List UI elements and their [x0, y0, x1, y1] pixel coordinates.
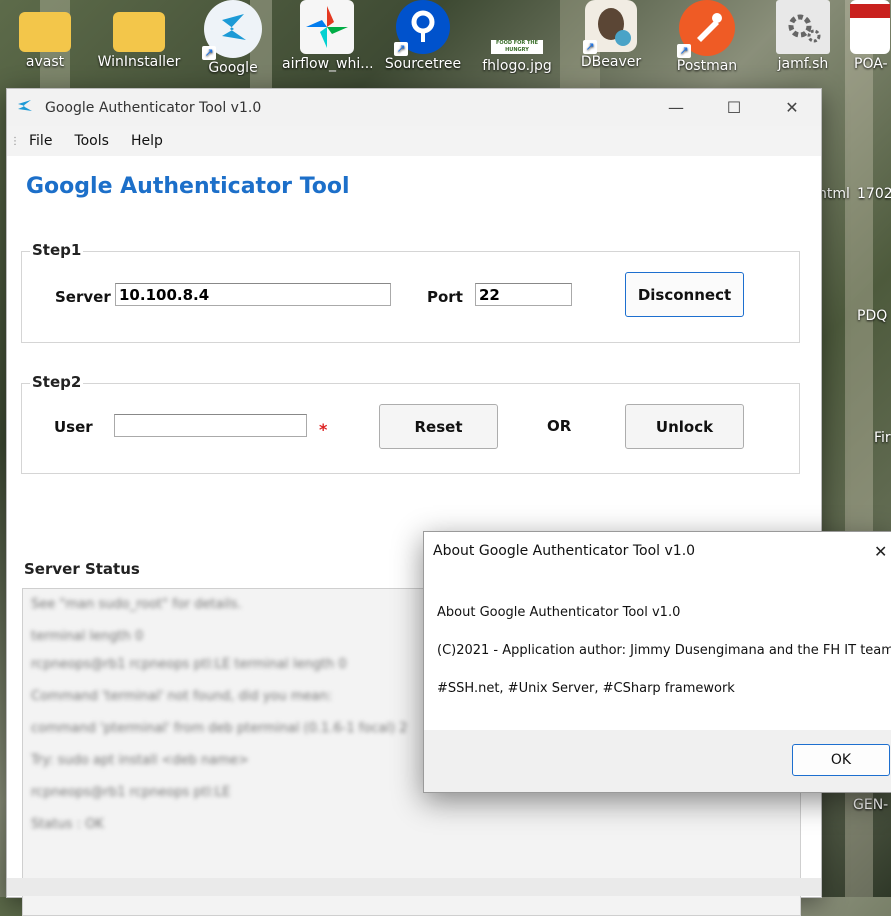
disconnect-button[interactable]: Disconnect [625, 272, 744, 317]
desktop-fragment: html [818, 186, 850, 202]
dbeaver-icon: ↗ [583, 0, 637, 54]
required-mark: * [319, 420, 328, 439]
user-input[interactable] [114, 414, 307, 437]
user-label: User [54, 418, 93, 436]
about-line-author: (C)2021 - Application author: Jimmy Duse… [437, 643, 891, 658]
reset-button[interactable]: Reset [379, 404, 498, 449]
about-dialog-title: About Google Authenticator Tool v1.0 [433, 543, 696, 559]
desktop-icon-airflow[interactable]: airflow_whi... [282, 0, 372, 72]
window-bottom-strip [7, 878, 821, 896]
menu-grip-icon: ⋮ [10, 135, 20, 147]
desktop-icon-label: jamf.sh [777, 56, 829, 72]
port-label: Port [427, 288, 463, 306]
title-bar[interactable]: Google Authenticator Tool v1.0 — ☐ ✕ [7, 89, 821, 126]
server-status-label: Server Status [24, 560, 140, 578]
page-title: Google Authenticator Tool [26, 174, 350, 199]
airflow-icon [300, 0, 354, 54]
script-file-icon [776, 0, 830, 54]
close-icon[interactable]: ✕ [763, 98, 821, 117]
server-input[interactable]: 10.100.8.4 [115, 283, 391, 306]
folder-icon [19, 12, 71, 52]
shortcut-arrow-icon: ↗ [583, 40, 597, 54]
desktop-fragment: PDQ [857, 308, 888, 324]
status-log-line: Status : OK [31, 817, 104, 832]
shortcut-arrow-icon: ↗ [677, 44, 691, 58]
pdf-file-icon [850, 0, 890, 54]
about-dialog: About Google Authenticator Tool v1.0 ✕ A… [423, 531, 891, 793]
desktop-fragment: Fir [874, 430, 891, 446]
menu-file[interactable]: File [18, 133, 63, 149]
about-dialog-title-bar[interactable]: About Google Authenticator Tool v1.0 ✕ [424, 532, 891, 570]
desktop-icon-avast[interactable]: avast [0, 4, 90, 70]
desktop-icon-poa[interactable]: POA- [846, 0, 891, 72]
minimize-icon[interactable]: — [647, 98, 705, 117]
server-label: Server [55, 288, 111, 306]
or-label: OR [547, 417, 572, 435]
desktop-icon-postman[interactable]: ↗ Postman [662, 0, 752, 74]
step2-group: Step2 User * Reset OR Unlock [21, 373, 800, 474]
desktop-icon-wininstaller[interactable]: WinInstaller [94, 4, 184, 70]
desktop-fragment: 1702 [857, 186, 891, 202]
image-file-icon: FOOD FOR THE HUNGRY [489, 0, 545, 56]
unlock-button[interactable]: Unlock [625, 404, 744, 449]
desktop-fragment: GEN- [853, 797, 889, 813]
desktop-icon-label: POA- [854, 56, 888, 72]
window-title: Google Authenticator Tool v1.0 [45, 99, 262, 116]
desktop-icon-fhlogo[interactable]: FOOD FOR THE HUNGRY fhlogo.jpg [472, 0, 562, 74]
desktop-icon-label: fhlogo.jpg [482, 58, 552, 74]
shortcut-arrow-icon: ↗ [394, 42, 408, 56]
desktop-icon-google[interactable]: ↗ Google [188, 0, 278, 76]
desktop-icon-label: WinInstaller [97, 54, 181, 70]
shortcut-arrow-icon: ↗ [202, 46, 216, 60]
postman-icon: ↗ [677, 0, 735, 58]
about-dialog-body: About Google Authenticator Tool v1.0 (C)… [424, 570, 891, 717]
port-input[interactable]: 22 [475, 283, 572, 306]
menu-tools[interactable]: Tools [63, 133, 120, 149]
maximize-icon[interactable]: ☐ [705, 98, 763, 117]
desktop-icon-label: airflow_whi... [282, 56, 372, 72]
menu-bar: ⋮ File Tools Help [7, 126, 821, 156]
google-authenticator-shortcut-icon: ↗ [202, 0, 262, 60]
close-icon[interactable]: ✕ [874, 542, 891, 561]
step2-label: Step2 [30, 373, 84, 391]
desktop-icon-label: Postman [676, 58, 738, 74]
desktop-icon-label: Google [208, 60, 258, 76]
about-line-tags: #SSH.net, #Unix Server, #CSharp framewor… [437, 681, 735, 696]
desktop-icon-jamf[interactable]: jamf.sh [758, 0, 848, 72]
menu-help[interactable]: Help [120, 133, 174, 149]
about-dialog-footer: OK [424, 730, 891, 792]
desktop-icon-label: Sourcetree [384, 56, 462, 72]
step1-group: Step1 Server 10.100.8.4 Port 22 Disconne… [21, 241, 800, 343]
folder-icon [113, 12, 165, 52]
about-line-title: About Google Authenticator Tool v1.0 [437, 605, 681, 620]
app-logo-icon [17, 99, 35, 117]
desktop-icon-label: avast [25, 54, 65, 70]
desktop-icon-sourcetree[interactable]: ↗ Sourcetree [378, 0, 468, 72]
desktop-icon-label: DBeaver [580, 54, 642, 70]
ok-button[interactable]: OK [792, 744, 890, 776]
sourcetree-icon: ↗ [394, 0, 450, 56]
step1-label: Step1 [30, 241, 84, 259]
fh-logo: FOOD FOR THE HUNGRY [491, 40, 543, 54]
desktop-icon-dbeaver[interactable]: ↗ DBeaver [566, 0, 656, 70]
